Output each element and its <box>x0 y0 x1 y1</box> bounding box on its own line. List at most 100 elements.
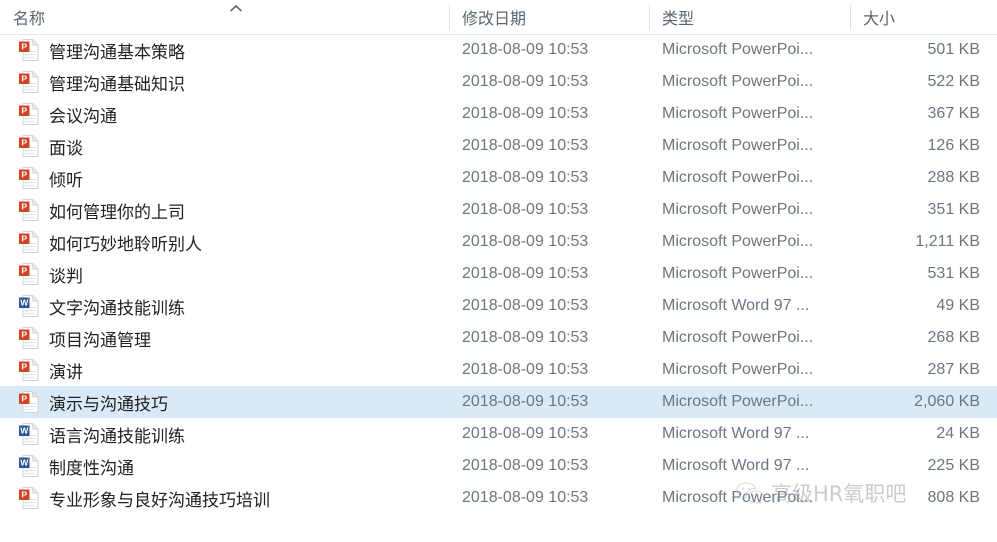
file-date-label: 2018-08-09 10:53 <box>462 329 589 346</box>
powerpoint-file-icon: P <box>18 486 40 510</box>
file-name-cell[interactable]: P 面谈 <box>0 130 449 162</box>
file-type-label: Microsoft PowerPoi... <box>662 137 814 154</box>
chevron-up-icon <box>228 1 244 12</box>
svg-text:P: P <box>21 394 27 404</box>
file-date-label: 2018-08-09 10:53 <box>462 361 589 378</box>
file-type-label: Microsoft PowerPoi... <box>662 105 814 122</box>
file-name-cell[interactable]: P 如何管理你的上司 <box>0 194 449 226</box>
file-date-cell: 2018-08-09 10:53 <box>449 66 649 98</box>
file-type-cell: Microsoft PowerPoi... <box>649 322 850 354</box>
file-date-label: 2018-08-09 10:53 <box>462 73 589 90</box>
file-type-cell: Microsoft PowerPoi... <box>649 226 850 258</box>
file-name-cell[interactable]: P 演示与沟通技巧 <box>0 386 449 418</box>
file-name-cell[interactable]: P 管理沟通基本策略 <box>0 34 449 66</box>
powerpoint-file-icon: P <box>18 198 40 222</box>
file-name-cell[interactable]: W 制度性沟通 <box>0 450 449 482</box>
file-row[interactable]: P 项目沟通管理 2018-08-09 10:53 Microsoft PowerP… <box>0 322 997 354</box>
file-name-cell[interactable]: W 文字沟通技能训练 <box>0 290 449 322</box>
file-date-cell: 2018-08-09 10:53 <box>449 34 649 66</box>
file-name-label: 管理沟通基本策略 <box>49 42 185 62</box>
svg-text:P: P <box>21 362 27 372</box>
column-header-type[interactable]: 类型 <box>649 0 850 34</box>
file-name-cell[interactable]: P 管理沟通基础知识 <box>0 66 449 98</box>
file-date-label: 2018-08-09 10:53 <box>462 457 589 474</box>
file-explorer-list-view: 名称 修改日期 类型 大小 P 管理沟通基本策略 2018-08-09 10:5… <box>0 0 997 542</box>
file-type-label: Microsoft PowerPoi... <box>662 393 814 410</box>
column-header-bar: 名称 修改日期 类型 大小 <box>0 0 997 35</box>
file-date-label: 2018-08-09 10:53 <box>462 265 589 282</box>
file-size-label: 351 KB <box>927 201 980 218</box>
file-row[interactable]: P 谈判 2018-08-09 10:53 Microsoft PowerPoi..… <box>0 258 997 290</box>
file-date-label: 2018-08-09 10:53 <box>462 137 589 154</box>
file-row[interactable]: P 倾听 2018-08-09 10:53 Microsoft PowerPoi..… <box>0 162 997 194</box>
file-type-cell: Microsoft PowerPoi... <box>649 66 850 98</box>
file-size-cell: 1,211 KB <box>850 226 997 258</box>
file-type-label: Microsoft Word 97 ... <box>662 297 810 314</box>
file-list: P 管理沟通基本策略 2018-08-09 10:53 Microsoft Powe… <box>0 34 997 514</box>
svg-text:P: P <box>21 170 27 180</box>
svg-text:P: P <box>21 74 27 84</box>
powerpoint-file-icon: P <box>18 390 40 414</box>
file-name-cell[interactable]: P 倾听 <box>0 162 449 194</box>
file-type-cell: Microsoft PowerPoi... <box>649 34 850 66</box>
file-row[interactable]: P 会议沟通 2018-08-09 10:53 Microsoft PowerPoi… <box>0 98 997 130</box>
file-name-label: 谈判 <box>49 266 83 286</box>
file-name-label: 面谈 <box>49 138 83 158</box>
file-row[interactable]: P 如何管理你的上司 2018-08-09 10:53 Microsoft Powe… <box>0 194 997 226</box>
file-date-cell: 2018-08-09 10:53 <box>449 226 649 258</box>
file-row[interactable]: W 语言沟通技能训练 2018-08-09 10:53 Microsoft Word… <box>0 418 997 450</box>
file-name-label: 文字沟通技能训练 <box>49 298 185 318</box>
file-date-cell: 2018-08-09 10:53 <box>449 322 649 354</box>
file-type-label: Microsoft PowerPoi... <box>662 233 814 250</box>
file-name-cell[interactable]: P 项目沟通管理 <box>0 322 449 354</box>
file-row[interactable]: W 制度性沟通 2018-08-09 10:53 Microsoft Word 97… <box>0 450 997 482</box>
file-date-label: 2018-08-09 10:53 <box>462 393 589 410</box>
file-size-label: 808 KB <box>927 489 980 506</box>
file-size-cell: 287 KB <box>850 354 997 386</box>
column-header-date-modified-label: 修改日期 <box>462 11 527 28</box>
file-row[interactable]: P 演讲 2018-08-09 10:53 Microsoft PowerPoi..… <box>0 354 997 386</box>
file-size-label: 367 KB <box>927 105 980 122</box>
word-file-icon: W <box>18 454 40 478</box>
file-name-cell[interactable]: P 如何巧妙地聆听别人 <box>0 226 449 258</box>
file-name-cell[interactable]: P 会议沟通 <box>0 98 449 130</box>
file-size-cell: 522 KB <box>850 66 997 98</box>
file-date-label: 2018-08-09 10:53 <box>462 169 589 186</box>
file-size-cell: 24 KB <box>850 418 997 450</box>
svg-text:P: P <box>21 202 27 212</box>
file-name-label: 制度性沟通 <box>49 458 134 478</box>
file-row[interactable]: P 如何巧妙地聆听别人 2018-08-09 10:53 Microsoft Pow… <box>0 226 997 258</box>
file-date-cell: 2018-08-09 10:53 <box>449 290 649 322</box>
column-header-date-modified[interactable]: 修改日期 <box>449 0 649 34</box>
file-size-cell: 351 KB <box>850 194 997 226</box>
file-name-cell[interactable]: P 演讲 <box>0 354 449 386</box>
file-name-cell[interactable]: P 专业形象与良好沟通技巧培训 <box>0 482 449 514</box>
svg-text:P: P <box>21 106 27 116</box>
file-date-label: 2018-08-09 10:53 <box>462 105 589 122</box>
file-size-label: 24 KB <box>936 425 980 442</box>
file-row[interactable]: P 演示与沟通技巧 2018-08-09 10:53 Microsoft Power… <box>0 386 997 418</box>
file-row[interactable]: P 专业形象与良好沟通技巧培训 2018-08-09 10:53 Microsoft… <box>0 482 997 514</box>
column-header-size[interactable]: 大小 <box>850 0 997 34</box>
file-size-label: 225 KB <box>927 457 980 474</box>
powerpoint-file-icon: P <box>18 102 40 126</box>
column-header-name[interactable]: 名称 <box>0 0 449 34</box>
word-file-icon: W <box>18 422 40 446</box>
file-name-label: 演讲 <box>49 362 83 382</box>
file-type-cell: Microsoft PowerPoi... <box>649 354 850 386</box>
file-type-label: Microsoft PowerPoi... <box>662 201 814 218</box>
file-size-cell: 501 KB <box>850 34 997 66</box>
file-name-cell[interactable]: W 语言沟通技能训练 <box>0 418 449 450</box>
file-type-label: Microsoft PowerPoi... <box>662 489 814 506</box>
file-size-cell: 288 KB <box>850 162 997 194</box>
file-name-cell[interactable]: P 谈判 <box>0 258 449 290</box>
file-name-label: 如何管理你的上司 <box>49 202 185 222</box>
file-name-label: 倾听 <box>49 170 83 190</box>
file-row[interactable]: P 管理沟通基础知识 2018-08-09 10:53 Microsoft Powe… <box>0 66 997 98</box>
powerpoint-file-icon: P <box>18 262 40 286</box>
file-row[interactable]: W 文字沟通技能训练 2018-08-09 10:53 Microsoft Word… <box>0 290 997 322</box>
file-row[interactable]: P 面谈 2018-08-09 10:53 Microsoft PowerPoi..… <box>0 130 997 162</box>
file-row[interactable]: P 管理沟通基本策略 2018-08-09 10:53 Microsoft Powe… <box>0 34 997 66</box>
word-file-icon: W <box>18 294 40 318</box>
file-type-label: Microsoft PowerPoi... <box>662 329 814 346</box>
